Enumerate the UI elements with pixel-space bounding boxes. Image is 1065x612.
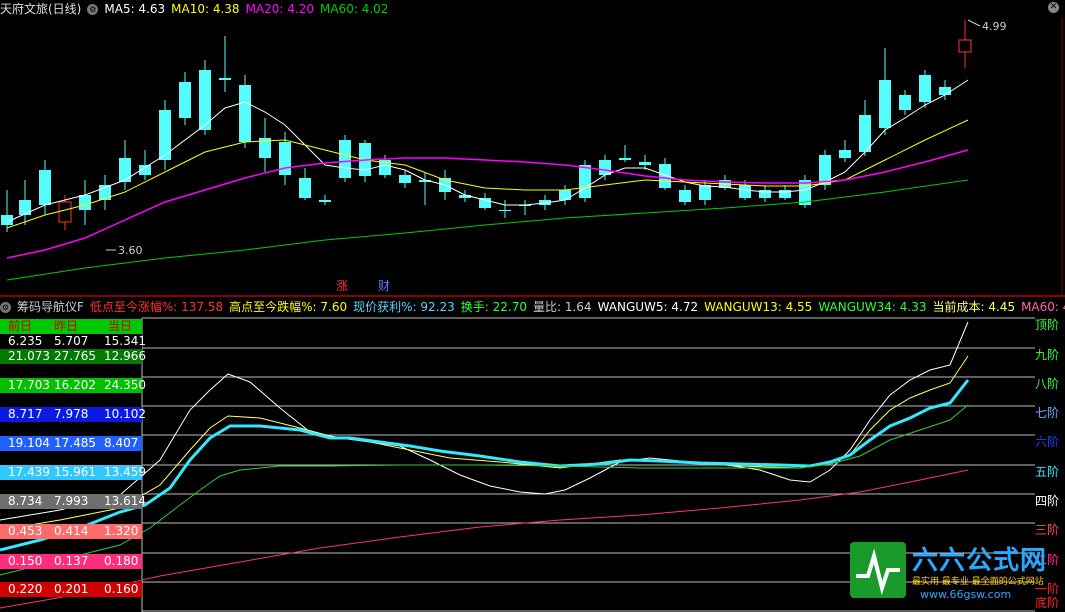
high-fall-label: 高点至今跌幅%: 7.60	[229, 300, 348, 314]
candle-body	[639, 162, 651, 165]
candle-body	[58, 201, 72, 223]
candle-body	[599, 160, 611, 175]
site-logo: 六六公式网 最实用 最专业 最全面的公式网站 www.66gsw.com	[850, 540, 1062, 612]
w13-label: WANGUW13: 4.55	[704, 300, 813, 314]
header-day-before: 前日	[8, 319, 33, 333]
level-label: 七阶	[1035, 406, 1060, 420]
high-price-label: 4.99	[982, 20, 1007, 33]
candle-body	[159, 110, 171, 160]
candle-body	[499, 210, 511, 211]
candle-body	[859, 115, 871, 152]
table-row: 21.073 27.765 12.966	[0, 349, 146, 364]
table-row: 6.235 5.707 15.341	[0, 334, 146, 349]
indicator-name[interactable]: 筹码导航仪F	[17, 300, 84, 314]
zhang-marker: 涨	[336, 278, 348, 293]
high-price-marker: 4.99	[967, 19, 1007, 33]
cost-label: 当前成本: 4.45	[932, 300, 1016, 314]
w5-label: WANGUW5: 4.72	[597, 300, 699, 314]
ma5-line	[6, 79, 969, 223]
candle-body	[399, 175, 411, 183]
table-header: 前日 昨日 当日	[0, 319, 142, 334]
candle-body	[299, 178, 311, 198]
level-label: 五阶	[1035, 465, 1060, 479]
candle-body	[739, 185, 751, 198]
header-yesterday: 昨日	[54, 319, 79, 333]
candle-body	[839, 150, 851, 158]
candle-body	[119, 158, 131, 182]
candle-body	[19, 200, 31, 215]
table-row: 0.220 0.201 0.160	[0, 582, 142, 597]
level-label: 六阶	[1035, 435, 1060, 449]
logo-mark-icon	[850, 542, 906, 598]
cai-marker: 财	[378, 279, 390, 293]
table-row: 17.439 15.961 13.459	[0, 465, 146, 480]
level-label: 九阶	[1035, 348, 1060, 362]
indicator-line-green	[0, 404, 969, 576]
candle-body	[319, 200, 331, 202]
logo-title: 六六公式网	[912, 546, 1048, 576]
candle-body	[339, 140, 351, 178]
candle-body	[79, 195, 91, 210]
volratio-label: 量比: 1.64	[532, 300, 592, 314]
table-row: 19.104 17.485 8.407	[0, 436, 142, 451]
level-label: 四阶	[1035, 494, 1060, 508]
table-row: 8.734 7.993 13.614	[0, 494, 146, 509]
candle-body	[919, 75, 931, 102]
logo-url: www.66gsw.com	[920, 588, 1012, 601]
candle-body	[579, 165, 591, 198]
candle-body	[279, 142, 291, 175]
level-label: 三阶	[1035, 523, 1060, 537]
profit-label: 现价获利%: 92.23	[353, 300, 455, 314]
candle-body	[39, 170, 51, 205]
candle-body	[958, 39, 972, 53]
candle-body	[239, 85, 251, 142]
table-row: 0.453 0.414 1.320	[0, 524, 142, 539]
table-row: 8.717 7.978 10.102	[0, 407, 146, 422]
level-label: 顶阶	[1035, 318, 1060, 332]
indicator-line-magenta	[0, 469, 969, 609]
candle-body	[559, 190, 571, 200]
candle-body	[899, 95, 911, 110]
header-today: 当日	[108, 319, 133, 333]
turnover-label: 换手: 22.70	[460, 300, 527, 314]
candle-body	[679, 190, 691, 202]
ma60-bottom-label: MA60: 4.02	[1021, 300, 1065, 314]
low-rise-label: 低点至今涨幅%: 137.58	[89, 300, 224, 314]
candle-body	[939, 87, 951, 95]
indicator-header: ⚙ 筹码导航仪F 低点至今涨幅%: 137.58 高点至今跌幅%: 7.60 现价获利%…	[0, 298, 1065, 316]
candle-body	[619, 158, 631, 160]
low-price-marker: 3.60	[106, 244, 143, 257]
w34-label: WANGUW34: 4.33	[818, 300, 927, 314]
level-label: 八阶	[1035, 377, 1060, 391]
table-row: 0.150 0.137 0.180	[0, 554, 142, 569]
candle-body	[699, 185, 711, 200]
ma60-line	[6, 179, 969, 281]
panel-divider[interactable]	[0, 295, 1065, 297]
table-row: 17.703 16.202 24.350	[0, 378, 146, 393]
candle-body	[879, 80, 891, 128]
settings-icon[interactable]: ⚙	[0, 302, 11, 313]
logo-subtitle: 最实用 最专业 最全面的公式网站	[912, 577, 1044, 587]
candle-body	[179, 82, 191, 118]
low-price-label: 3.60	[118, 244, 143, 257]
candle-body	[219, 78, 231, 80]
